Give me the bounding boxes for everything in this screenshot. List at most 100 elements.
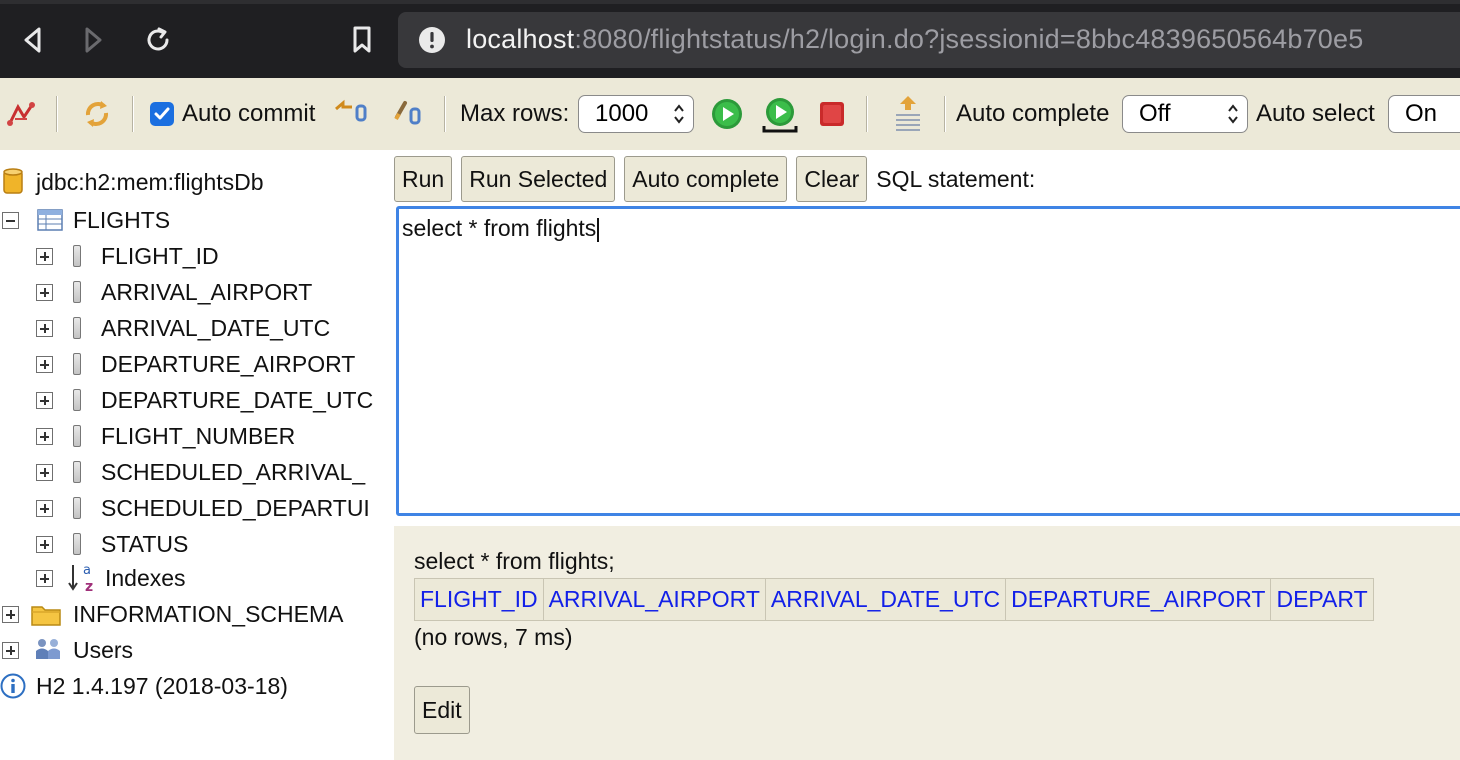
stop-icon [820,102,844,126]
tree-users[interactable]: Users [2,632,133,668]
clear-button[interactable]: Clear [796,156,868,202]
reload-icon [147,27,169,51]
indexes-icon: a z [68,563,93,595]
result-column-header[interactable]: DEPART [1270,578,1374,621]
query-panel: Run Run Selected Auto complete Clear SQL… [394,150,1460,760]
stop-button[interactable] [818,78,846,150]
run-icon [712,99,742,129]
not-secure-icon[interactable] [418,26,446,54]
reload-button[interactable] [140,22,176,58]
address-bar[interactable]: localhost:8080/flightstatus/h2/login.do?… [398,12,1460,68]
auto-commit-label: Auto commit [182,100,316,127]
auto-select-select-wrap: On [1388,78,1460,150]
run-toolbar-button[interactable] [710,78,744,150]
sql-editor[interactable]: select * from flights [396,206,1460,516]
max-rows-value: 1000 [595,100,649,127]
bookmark-icon [353,26,371,53]
auto-commit-checkbox[interactable] [150,102,174,126]
users-icon [36,639,60,659]
run-selected-icon [762,98,798,133]
auto-select-select[interactable]: On [1388,95,1460,133]
column-label: FLIGHT_NUMBER [101,422,296,449]
refresh-button[interactable] [80,78,114,150]
expand-icon[interactable] [36,535,53,553]
expand-icon[interactable] [2,641,19,659]
indexes-label: Indexes [105,564,186,591]
url-text[interactable]: localhost:8080/flightstatus/h2/login.do?… [466,24,1363,55]
column-label: SCHEDULED_ARRIVAL_ [101,458,366,485]
column-label: SCHEDULED_DEPARTUI [101,494,370,521]
max-rows-select-wrap: 1000 [578,78,694,150]
column-icon [73,533,81,555]
tree-information-schema[interactable]: INFORMATION_SCHEMA [2,596,343,632]
forward-button[interactable] [76,22,112,58]
browser-chrome: localhost:8080/flightstatus/h2/login.do?… [0,0,1460,78]
column-icon [73,425,81,447]
url-path: :8080/flightstatus/h2/login.do?jsessioni… [574,24,1364,54]
disconnect-button[interactable] [6,78,36,150]
expand-icon[interactable] [36,355,53,373]
auto-complete-button[interactable]: Auto complete [624,156,788,202]
auto-complete-select[interactable]: Off [1122,95,1248,133]
result-column-header[interactable]: FLIGHT_ID [414,578,544,621]
select-arrows-icon [674,104,684,124]
tree-indexes[interactable]: a z Indexes [36,560,186,596]
edit-button[interactable]: Edit [414,686,470,734]
sql-statement-label: SQL statement: [876,165,1036,192]
column-label: STATUS [101,530,189,557]
run-selected-toolbar-button[interactable] [760,78,800,150]
toolbar-separator [866,96,868,132]
toolbar-separator [944,96,946,132]
auto-commit-toggle[interactable]: Auto commit [150,78,315,150]
tree-column[interactable]: FLIGHT_ID [36,238,219,274]
expand-icon[interactable] [36,569,53,587]
expand-icon[interactable] [36,319,53,337]
expand-icon[interactable] [2,605,19,623]
column-label: DEPARTURE_DATE_UTC [101,386,374,413]
tree-column[interactable]: ARRIVAL_DATE_UTC [36,310,330,346]
max-rows-label: Max rows: [460,100,570,127]
information-schema-label: INFORMATION_SCHEMA [73,600,344,627]
commit-button[interactable] [392,78,428,150]
tree-column[interactable]: DEPARTURE_DATE_UTC [36,382,373,418]
folder-icon [31,606,61,626]
tree-column[interactable]: SCHEDULED_ARRIVAL_ [36,454,365,490]
auto-complete-value: Off [1139,100,1171,127]
tree-table-flights[interactable]: FLIGHTS [2,202,170,238]
expand-icon[interactable] [36,463,53,481]
collapse-icon[interactable] [2,211,19,229]
result-panel: select * from flights; FLIGHT_ID ARRIVAL_… [394,526,1460,760]
column-label: DEPARTURE_AIRPORT [101,350,356,377]
tree-column[interactable]: DEPARTURE_AIRPORT [36,346,355,382]
expand-icon[interactable] [36,391,53,409]
result-column-header[interactable]: DEPARTURE_AIRPORT [1005,578,1272,621]
tree-connection[interactable]: jdbc:h2:mem:flightsDb [2,164,264,200]
expand-icon[interactable] [36,427,53,445]
max-rows-select[interactable]: 1000 [578,95,694,133]
column-icon [73,353,81,375]
expand-icon[interactable] [36,283,53,301]
svg-text:a: a [83,563,91,578]
back-button[interactable] [14,22,50,58]
tree-column[interactable]: STATUS [36,526,188,562]
auto-complete-select-wrap: Off [1122,78,1248,150]
rollback-button[interactable] [332,78,368,150]
run-button[interactable]: Run [394,156,453,202]
tree-column[interactable]: FLIGHT_NUMBER [36,418,295,454]
result-column-header[interactable]: ARRIVAL_DATE_UTC [764,578,1007,621]
column-icon [73,389,81,411]
run-selected-button[interactable]: Run Selected [461,156,616,202]
result-column-header[interactable]: ARRIVAL_AIRPORT [542,578,766,621]
tree-column[interactable]: SCHEDULED_DEPARTUI [36,490,370,526]
expand-icon[interactable] [36,499,53,517]
bookmark-button[interactable] [344,22,380,58]
info-icon [0,673,26,699]
auto-complete-control: Auto complete [956,78,1109,150]
expand-icon[interactable] [36,247,53,265]
tree-column[interactable]: ARRIVAL_AIRPORT [36,274,312,310]
result-table: FLIGHT_ID ARRIVAL_AIRPORT ARRIVAL_DATE_UTC… [414,578,1374,621]
result-info: (no rows, 7 ms) [414,624,573,650]
toolbar-separator [132,96,134,132]
history-button[interactable] [892,78,924,150]
column-icon [73,317,81,339]
